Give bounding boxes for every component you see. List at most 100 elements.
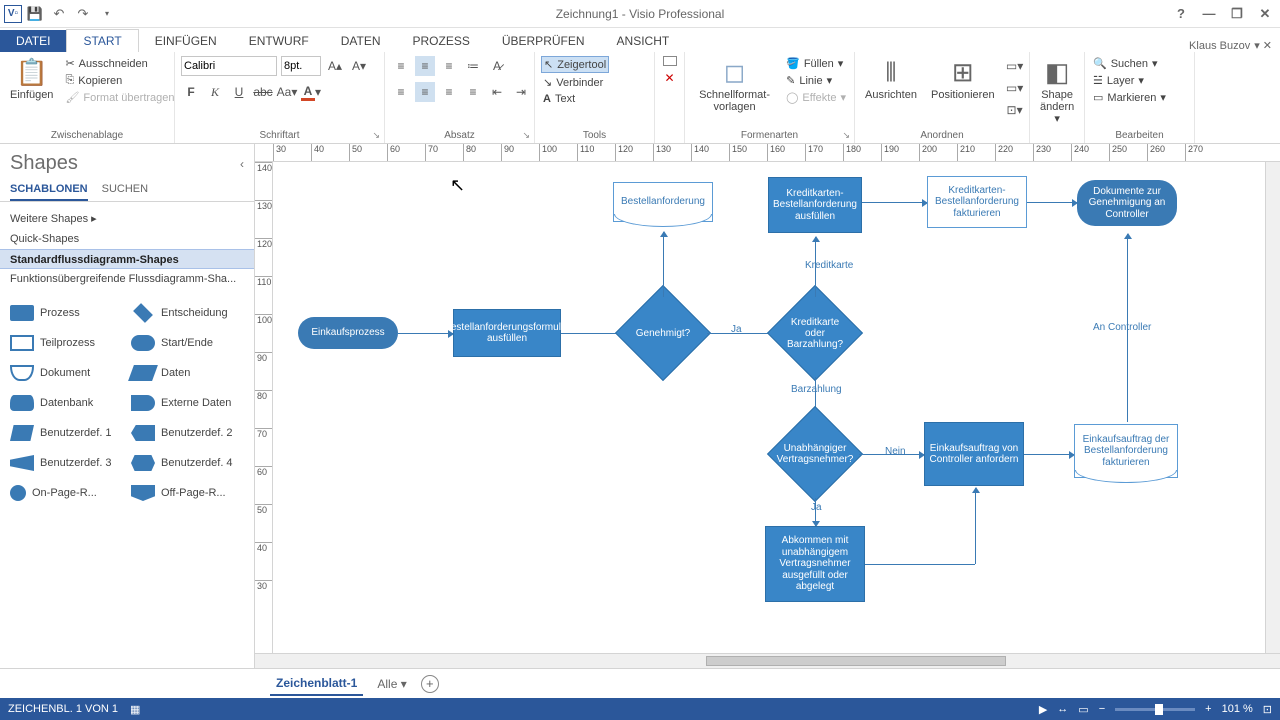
shape-offpage[interactable]: Off-Page-R... — [129, 479, 246, 507]
copy-button[interactable]: ⎘Kopieren — [63, 73, 176, 88]
user-account[interactable]: Klaus Buzov ▾ ✕ — [1189, 39, 1280, 52]
tab-process[interactable]: PROZESS — [396, 30, 485, 52]
connector[interactable] — [975, 488, 976, 564]
node-formular[interactable]: Bestellanforderungsformular ausfüllen — [453, 309, 561, 357]
tab-view[interactable]: ANSICHT — [601, 30, 686, 52]
align-middle-icon[interactable]: ≡ — [415, 56, 435, 76]
bold-icon[interactable]: F — [181, 82, 201, 102]
tab-insert[interactable]: EINFÜGEN — [139, 30, 233, 52]
effects-button[interactable]: ◯Effekte ▾ — [784, 90, 848, 105]
view-page-icon[interactable]: ▭ — [1078, 703, 1088, 716]
align-top-icon[interactable]: ≡ — [391, 56, 411, 76]
underline-icon[interactable]: U — [229, 82, 249, 102]
font-launcher-icon[interactable]: ↘ — [372, 130, 380, 141]
collapse-panel-icon[interactable]: ‹ — [240, 157, 244, 171]
paragraph-launcher-icon[interactable]: ↘ — [522, 130, 530, 141]
align-right-icon[interactable]: ≡ — [439, 82, 459, 102]
zoom-slider[interactable] — [1115, 708, 1195, 711]
node-unabhaengig[interactable]: Unabhängiger Vertragsnehmer? — [781, 420, 849, 488]
shape-data[interactable]: Daten — [129, 359, 246, 387]
view-presentation-icon[interactable]: ▶ — [1039, 703, 1047, 716]
align-center-icon[interactable]: ≡ — [415, 82, 435, 102]
node-genehmigt[interactable]: Genehmigt? — [629, 299, 697, 367]
connector[interactable] — [865, 564, 975, 565]
add-page-button[interactable]: + — [421, 675, 439, 693]
case-icon[interactable]: Aa▾ — [277, 82, 297, 102]
change-shape-button[interactable]: ◧Shapeändern ▾ — [1036, 56, 1078, 127]
node-kk-fakturieren[interactable]: Kreditkarten-Bestellanforderung fakturie… — [927, 176, 1027, 228]
shape-custom2[interactable]: Benutzerdef. 2 — [129, 419, 246, 447]
shape-subprocess[interactable]: Teilprozess — [8, 329, 125, 357]
shapestyles-launcher-icon[interactable]: ↘ — [842, 130, 850, 141]
save-icon[interactable]: 💾 — [24, 3, 46, 25]
connector[interactable] — [862, 202, 927, 203]
zoom-out-icon[interactable]: − — [1099, 703, 1105, 715]
align-left-icon[interactable]: ≡ — [391, 82, 411, 102]
bullets-icon[interactable]: ≔ — [463, 56, 483, 76]
page-tab-1[interactable]: Zeichenblatt-1 — [270, 672, 363, 696]
shape-process[interactable]: Prozess — [8, 299, 125, 327]
node-kk-bar[interactable]: Kreditkarte oder Barzahlung? — [781, 299, 849, 367]
group-icon[interactable]: ⊡▾ — [1005, 100, 1025, 120]
tab-data[interactable]: DATEN — [325, 30, 397, 52]
text-tool-button[interactable]: AText — [541, 92, 577, 106]
connector-tool-button[interactable]: ↘Verbinder — [541, 75, 605, 90]
justify-icon[interactable]: ≡ — [463, 82, 483, 102]
fill-button[interactable]: 🪣Füllen ▾ — [784, 56, 848, 71]
zoom-in-icon[interactable]: + — [1205, 703, 1211, 715]
select-button[interactable]: ▭Markieren ▾ — [1091, 90, 1168, 105]
shape-custom4[interactable]: Benutzerdef. 4 — [129, 449, 246, 477]
close-icon[interactable]: ✕ — [1252, 2, 1278, 26]
position-button[interactable]: ⊞Positionieren — [927, 56, 999, 103]
shape-terminator[interactable]: Start/Ende — [129, 329, 246, 357]
shape-onpage[interactable]: On-Page-R... — [8, 479, 125, 507]
minimize-icon[interactable]: — — [1196, 2, 1222, 26]
connector[interactable] — [1024, 454, 1074, 455]
italic-icon[interactable]: K — [205, 82, 225, 102]
shape-document[interactable]: Dokument — [8, 359, 125, 387]
restore-icon[interactable]: ❐ — [1224, 2, 1250, 26]
layer-button[interactable]: ☱Layer ▾ — [1091, 73, 1146, 88]
macro-icon[interactable]: ▦ — [130, 703, 140, 716]
indent-inc-icon[interactable]: ⇥ — [511, 82, 531, 102]
tab-review[interactable]: ÜBERPRÜFEN — [486, 30, 601, 52]
shapes-tab-templates[interactable]: SCHABLONEN — [10, 179, 88, 201]
tab-start[interactable]: START — [66, 29, 138, 52]
node-abkommen[interactable]: Abkommen mit unabhängigem Vertragsnehmer… — [765, 526, 865, 602]
help-icon[interactable]: ? — [1168, 2, 1194, 26]
vertical-scrollbar[interactable] — [1265, 162, 1280, 653]
view-width-icon[interactable]: ↔ — [1057, 703, 1068, 715]
shapes-cat-standard[interactable]: Standardflussdiagramm-Shapes — [0, 249, 254, 269]
node-einkaufsauftrag[interactable]: Einkaufsauftrag von Controller anfordern — [924, 422, 1024, 486]
undo-icon[interactable]: ↶ — [48, 3, 70, 25]
shape-custom3[interactable]: Benutzerdef. 3 — [8, 449, 125, 477]
fit-window-icon[interactable]: ⊡ — [1263, 703, 1272, 716]
font-color-icon[interactable]: A▾ — [301, 82, 321, 102]
delete-tool-icon[interactable]: ✕ — [660, 68, 680, 88]
connector[interactable] — [663, 232, 664, 297]
node-ea-fakturieren[interactable]: Einkaufsauftrag der Bestellanforderung f… — [1074, 424, 1178, 478]
rectangle-tool-icon[interactable] — [663, 56, 677, 66]
page-tab-all[interactable]: Alle ▾ — [377, 677, 406, 691]
indent-dec-icon[interactable]: ⇤ — [487, 82, 507, 102]
align-bottom-icon[interactable]: ≡ — [439, 56, 459, 76]
send-back-icon[interactable]: ▭▾ — [1005, 78, 1025, 98]
pointer-tool-button[interactable]: ↖Zeigertool — [541, 56, 609, 73]
bring-front-icon[interactable]: ▭▾ — [1005, 56, 1025, 76]
horizontal-scrollbar[interactable] — [255, 653, 1280, 668]
node-dokumente[interactable]: Dokumente zur Genehmigung an Controller — [1077, 180, 1177, 226]
shapes-cat-quick[interactable]: Quick-Shapes — [0, 229, 254, 249]
shape-custom1[interactable]: Benutzerdef. 1 — [8, 419, 125, 447]
node-start[interactable]: Einkaufsprozess — [298, 317, 398, 349]
connector[interactable] — [815, 498, 816, 526]
font-size-select[interactable] — [281, 56, 321, 76]
drawing-canvas[interactable]: Einkaufsprozess Bestellanforderungsformu… — [273, 162, 1265, 653]
connector[interactable] — [1027, 202, 1077, 203]
shapes-cat-more[interactable]: Weitere Shapes ▸ — [0, 208, 254, 229]
paste-button[interactable]: 📋Einfügen — [6, 56, 57, 103]
format-painter-button[interactable]: 🖌Format übertragen — [63, 90, 176, 105]
shape-decision[interactable]: Entscheidung — [129, 299, 246, 327]
font-name-select[interactable] — [181, 56, 277, 76]
clear-format-icon[interactable]: A̷ — [487, 56, 507, 76]
connector[interactable] — [815, 237, 816, 297]
